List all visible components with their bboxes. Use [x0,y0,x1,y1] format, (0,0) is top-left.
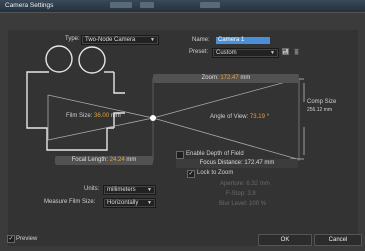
focus-distance-text: Focus Distance: 172.47 mm [199,160,275,166]
chevron-down-icon: ▼ [147,200,152,206]
title-bar: Camera Settings [0,0,365,12]
measure-film-size-label: Measure Film Size: [44,199,96,205]
preview-label: Preview [16,236,38,242]
aperture-text: Aperture: 6.32 mm [220,181,270,187]
lock-to-zoom-label: Lock to Zoom [197,170,234,176]
film-size-label: Film Size: 36.00 mm [66,113,121,119]
angle-of-view-label: Angle of View: 73.19 ° [210,114,269,120]
units-dropdown[interactable]: millimeters ▼ [103,185,156,195]
fstop-text: F-Stop: 3.8 [226,191,256,197]
focal-length-unit: mm [126,157,137,163]
enable-dof-checkbox[interactable] [176,151,184,159]
enable-dof-label: Enable Depth of Field [186,151,244,157]
check-icon: ✓ [188,171,194,177]
zoom-value[interactable]: 172.47 [220,75,238,81]
lock-to-zoom-checkbox[interactable]: ✓ [187,170,195,178]
zoom-unit: mm [240,75,251,81]
units-value: millimeters [107,187,136,193]
camera-settings-dialog: Type: Two-Node Camera ▼ Name: Camera 1 P… [0,12,365,251]
zoom-bar: Zoom: 172.47 mm [153,74,299,83]
film-size-label-text: Film Size: [66,113,93,119]
film-size-value[interactable]: 36.00 [94,113,109,119]
blur-level-text: Blur Level: 100 % [219,201,267,207]
ok-button[interactable]: OK [258,234,312,246]
focal-length-label: Focal Length: [71,157,108,163]
focal-length-bar: Focal Length: 24.24 mm [55,156,153,165]
angle-value[interactable]: 73.19 [250,114,265,120]
measure-film-size-dropdown[interactable]: Horizontally ▼ [103,198,156,208]
comp-size-label: Comp Size [307,99,337,105]
angle-label-text: Angle of View: [210,114,249,120]
zoom-label: Zoom: [201,75,219,81]
title-bar-decoration [140,2,154,8]
chevron-down-icon: ▼ [147,187,152,193]
camera-diagram [26,45,305,161]
comp-size-value: 256.12 mm [307,107,333,113]
title-bar-decoration [110,2,132,8]
measure-value: Horizontally [107,200,139,206]
preview-checkbox[interactable]: ✓ [7,235,15,243]
film-size-unit: mm [110,113,121,119]
angle-unit: ° [266,114,270,120]
cancel-button[interactable]: Cancel [314,234,362,246]
focus-distance-bar: Focus Distance: 172.47 mm [176,159,298,168]
camera-node-point [150,115,156,121]
title-bar-decoration [200,2,220,8]
units-label: Units: [84,186,100,192]
window-title: Camera Settings [5,2,54,9]
focal-length-value[interactable]: 24.24 [110,157,125,163]
check-icon: ✓ [8,236,14,242]
